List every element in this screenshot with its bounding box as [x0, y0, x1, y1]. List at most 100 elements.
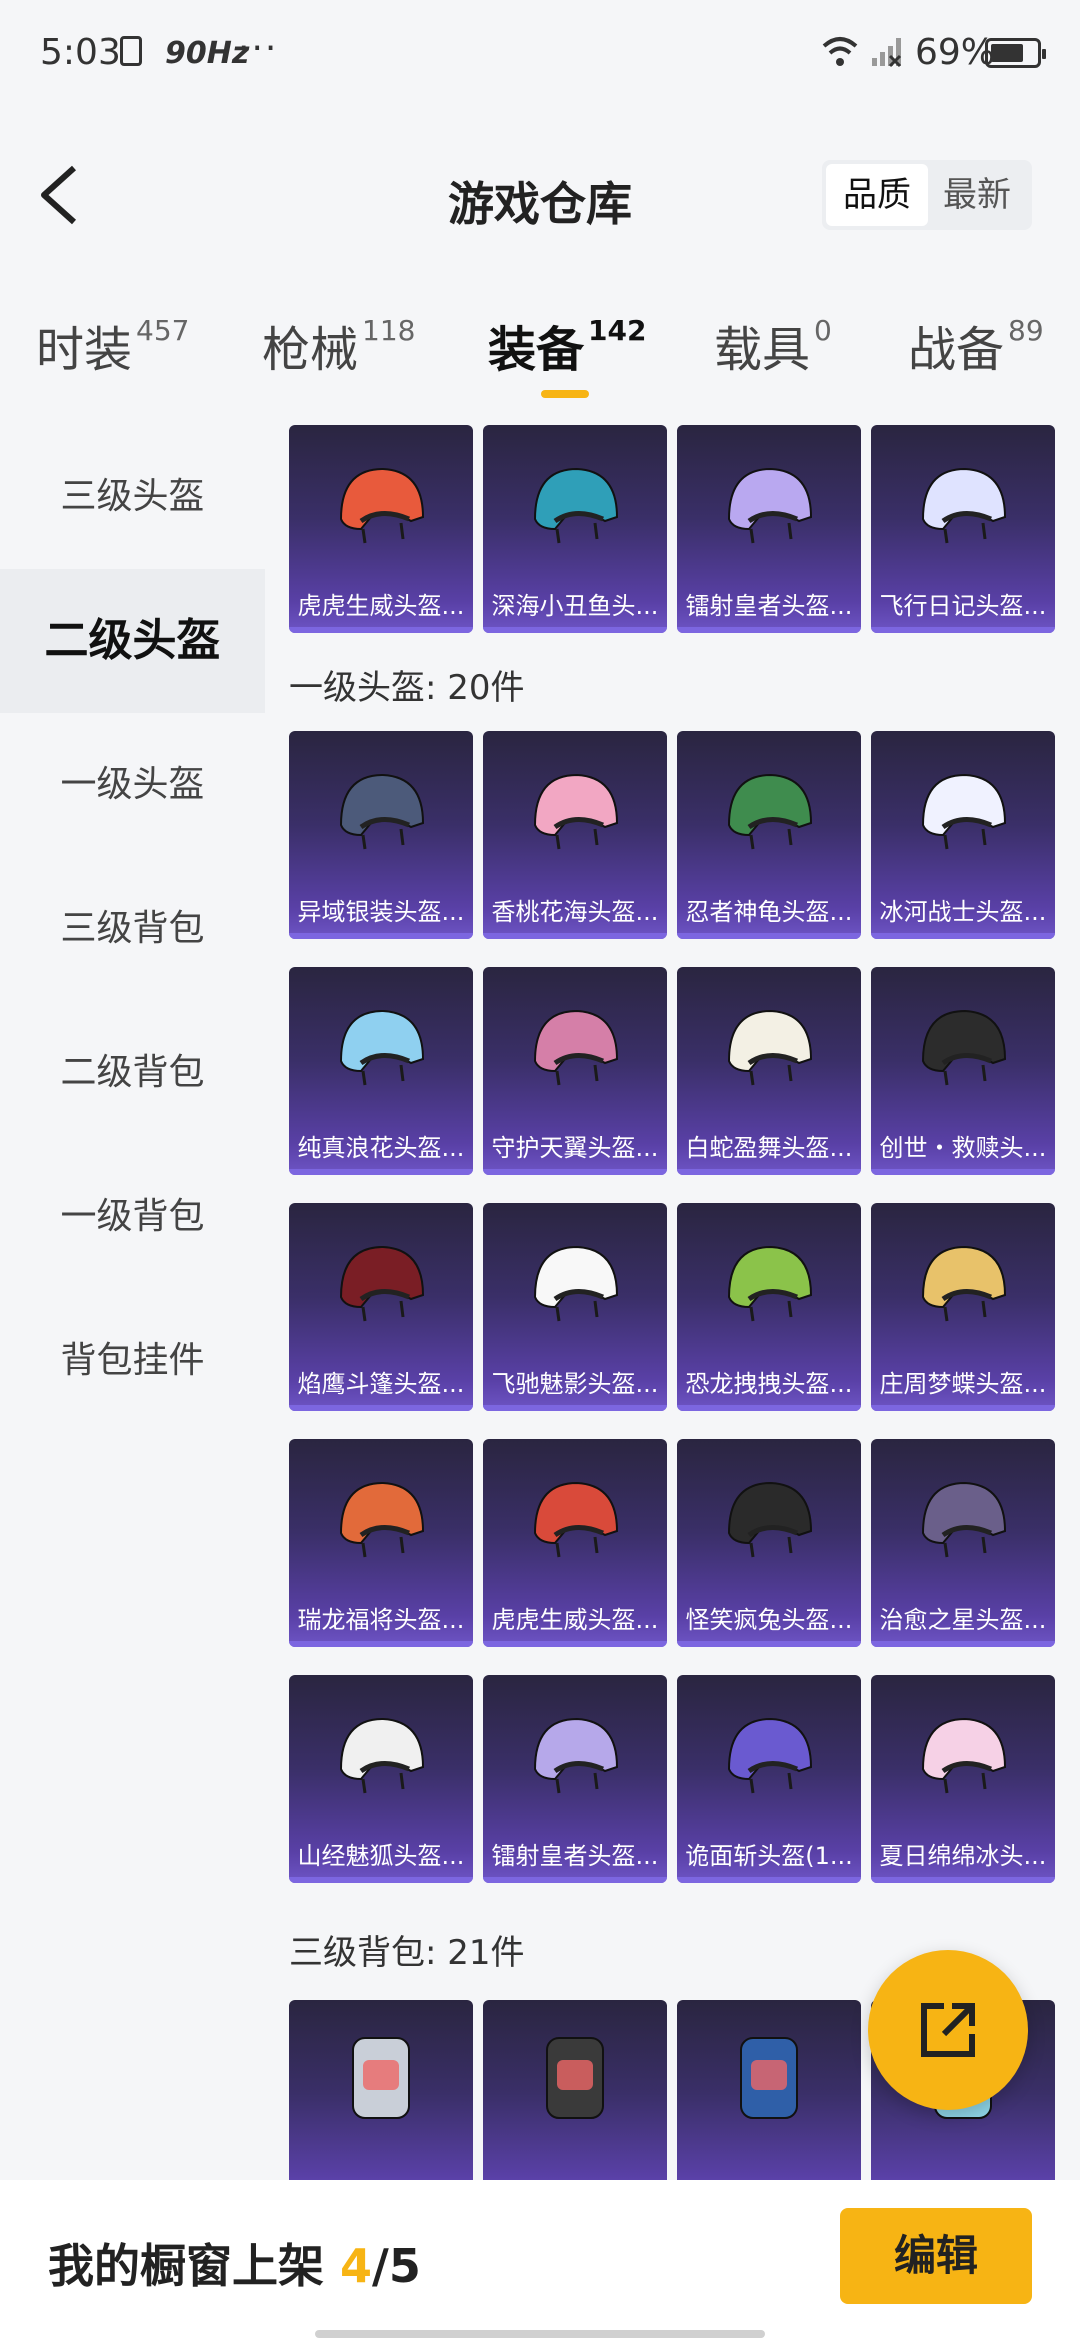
- item-label: 虎虎生威头盔...: [491, 1606, 659, 1634]
- rarity-bar: [483, 933, 667, 939]
- item-label: 治愈之星头盔...: [879, 1606, 1047, 1634]
- item-card[interactable]: 诡面斩头盔(1...: [677, 1675, 861, 1883]
- sort-option-quality[interactable]: 品质: [826, 164, 928, 226]
- item-card[interactable]: 虎虎生威头盔...: [289, 425, 473, 633]
- item-label: 创世・救赎头...: [879, 1134, 1047, 1162]
- item-label: 深海小丑鱼头...: [491, 592, 659, 620]
- rarity-bar: [483, 1405, 667, 1411]
- share-icon: [921, 2003, 975, 2057]
- item-label: 虎虎生威头盔...: [297, 592, 465, 620]
- shelf-label: 我的橱窗上架: [48, 2239, 324, 2293]
- sort-option-newest[interactable]: 最新: [926, 172, 1028, 218]
- item-label: 纯真浪花头盔...: [297, 1134, 465, 1162]
- helmet-icon: [533, 467, 619, 544]
- tab-count: 142: [588, 314, 647, 347]
- tab-label: 枪械: [262, 322, 359, 378]
- item-card[interactable]: 瑞龙福将头盔...: [289, 1439, 473, 1647]
- item-card[interactable]: 夏日绵绵冰头...: [871, 1675, 1055, 1883]
- edit-button[interactable]: 编辑: [840, 2208, 1032, 2304]
- sidebar-item-lvl1-bag[interactable]: 一级背包: [0, 1145, 265, 1289]
- item-label: 飞行日记头盔...: [879, 592, 1047, 620]
- helmet-icon: [339, 1009, 425, 1086]
- item-card[interactable]: 守护天翼头盔...: [483, 967, 667, 1175]
- status-time: 5:03: [40, 32, 121, 73]
- sidebar-item-lvl3-bag[interactable]: 三级背包: [0, 857, 265, 1001]
- rarity-bar: [677, 1877, 861, 1883]
- rarity-bar: [871, 627, 1055, 633]
- helmet-icon: [533, 1717, 619, 1794]
- item-label: 飞驰魅影头盔...: [491, 1370, 659, 1398]
- home-indicator[interactable]: [315, 2330, 765, 2338]
- sidebar-item-bag-pendant[interactable]: 背包挂件: [0, 1289, 265, 1433]
- backpack-icon: [546, 2037, 604, 2119]
- item-card[interactable]: 治愈之星头盔...: [871, 1439, 1055, 1647]
- tab-supplies[interactable]: 战备 89: [908, 310, 1044, 380]
- item-card[interactable]: 恐龙拽拽头盔...: [677, 1203, 861, 1411]
- helmet-icon: [727, 1717, 813, 1794]
- rarity-bar: [871, 1405, 1055, 1411]
- rarity-bar: [677, 1405, 861, 1411]
- backpack-icon: [352, 2037, 410, 2119]
- rarity-bar: [677, 627, 861, 633]
- sidebar-item-lvl2-bag[interactable]: 二级背包: [0, 1001, 265, 1145]
- item-card[interactable]: 忍者神龟头盔...: [677, 731, 861, 939]
- item-card[interactable]: [289, 2000, 473, 2180]
- shelf-count: 我的橱窗上架 4/5: [48, 2230, 421, 2296]
- item-card[interactable]: 飞行日记头盔...: [871, 425, 1055, 633]
- rarity-bar: [289, 1169, 473, 1175]
- helmet-icon: [727, 773, 813, 850]
- tab-label: 时装: [36, 322, 133, 378]
- sidebar-item-lvl3-helmet[interactable]: 三级头盔: [0, 425, 265, 569]
- active-tab-indicator: [541, 390, 589, 398]
- helmet-icon: [727, 1245, 813, 1322]
- rarity-bar: [871, 933, 1055, 939]
- section-title-lvl3-bag: 三级背包: 21件: [289, 1933, 525, 1973]
- category-tabs: 时装 457 枪械 118 装备 142 载具 0 战备 89: [0, 310, 1080, 420]
- item-card[interactable]: [483, 2000, 667, 2180]
- item-card[interactable]: 镭射皇者头盔...: [483, 1675, 667, 1883]
- item-card[interactable]: 创世・救赎头...: [871, 967, 1055, 1175]
- tab-equipment[interactable]: 装备 142: [488, 310, 646, 380]
- sort-toggle: 品质 最新: [822, 160, 1032, 230]
- status-bar: 5:03 90Hz ··· 69%: [0, 0, 1080, 110]
- battery-percent: 69%: [915, 32, 996, 73]
- helmet-icon: [921, 1481, 1007, 1558]
- item-card[interactable]: 冰河战士头盔...: [871, 731, 1055, 939]
- helmet-icon: [921, 1717, 1007, 1794]
- battery-icon: [985, 38, 1046, 68]
- item-card[interactable]: 异域银装头盔...: [289, 731, 473, 939]
- rarity-bar: [871, 1877, 1055, 1883]
- backpack-icon: [740, 2037, 798, 2119]
- sidebar-item-lvl2-helmet[interactable]: 二级头盔: [0, 569, 265, 713]
- tab-count: 89: [1008, 314, 1044, 347]
- item-card[interactable]: 虎虎生威头盔...: [483, 1439, 667, 1647]
- tab-weapons[interactable]: 枪械 118: [262, 310, 415, 380]
- tab-count: 0: [814, 314, 832, 347]
- item-label: 守护天翼头盔...: [491, 1134, 659, 1162]
- item-card[interactable]: 飞驰魅影头盔...: [483, 1203, 667, 1411]
- sidebar: 三级头盔 二级头盔 一级头盔 三级背包 二级背包 一级背包 背包挂件: [0, 425, 265, 2165]
- tab-fashion[interactable]: 时装 457: [36, 310, 189, 380]
- item-card[interactable]: 白蛇盈舞头盔...: [677, 967, 861, 1175]
- item-card[interactable]: 纯真浪花头盔...: [289, 967, 473, 1175]
- helmet-icon: [533, 1245, 619, 1322]
- item-card[interactable]: 焰鹰斗篷头盔...: [289, 1203, 473, 1411]
- share-button[interactable]: [868, 1950, 1028, 2110]
- item-card[interactable]: 深海小丑鱼头...: [483, 425, 667, 633]
- item-label: 焰鹰斗篷头盔...: [297, 1370, 465, 1398]
- item-card[interactable]: 镭射皇者头盔...: [677, 425, 861, 633]
- item-label: 夏日绵绵冰头...: [879, 1842, 1047, 1870]
- item-label: 诡面斩头盔(1...: [685, 1842, 853, 1870]
- item-card[interactable]: 香桃花海头盔...: [483, 731, 667, 939]
- helmet-icon: [921, 773, 1007, 850]
- item-label: 怪笑疯兔头盔...: [685, 1606, 853, 1634]
- item-card[interactable]: 庄周梦蝶头盔...: [871, 1203, 1055, 1411]
- sidebar-item-lvl1-helmet[interactable]: 一级头盔: [0, 713, 265, 857]
- item-card[interactable]: [677, 2000, 861, 2180]
- helmet-icon: [533, 1009, 619, 1086]
- helmet-icon: [339, 1717, 425, 1794]
- tab-vehicles[interactable]: 载具 0: [714, 310, 832, 380]
- item-label: 瑞龙福将头盔...: [297, 1606, 465, 1634]
- item-card[interactable]: 怪笑疯兔头盔...: [677, 1439, 861, 1647]
- item-card[interactable]: 山经魅狐头盔...: [289, 1675, 473, 1883]
